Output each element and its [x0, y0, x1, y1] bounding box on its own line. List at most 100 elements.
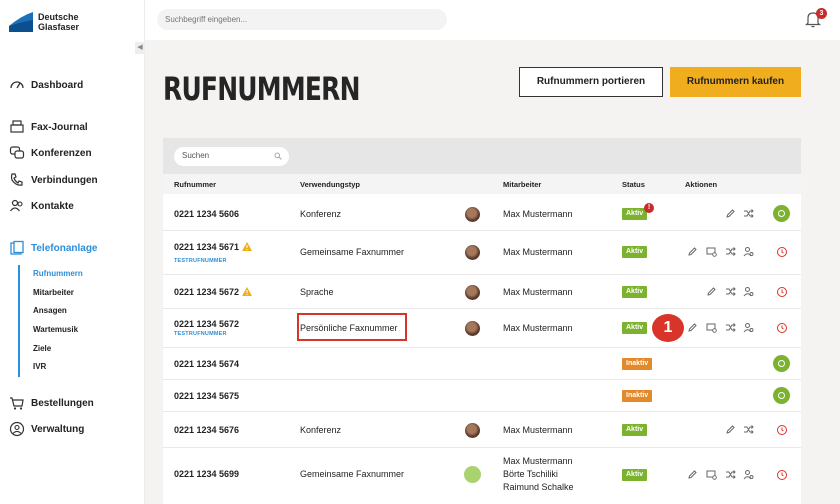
sidebar-item-fax-journal[interactable]: Fax-Journal	[9, 119, 88, 135]
active-toggle-icon[interactable]	[773, 355, 790, 372]
edit-icon[interactable]	[687, 322, 698, 333]
row-type: Gemeinsame Faxnummer	[300, 247, 405, 257]
sidebar-subitem-ivr[interactable]: IVR	[33, 362, 46, 371]
inactive-toggle-icon[interactable]	[776, 469, 788, 481]
sidebar-item-label: Fax-Journal	[31, 121, 88, 133]
row-number-text: 0221 1234 5671	[174, 242, 240, 252]
edit-icon[interactable]	[725, 208, 736, 219]
sidebar-item-label: Telefonanlage	[31, 242, 98, 254]
highlight-box	[297, 313, 407, 341]
phone-icon	[10, 173, 23, 186]
fax-settings-icon[interactable]	[706, 322, 717, 333]
telefonanlage-submenu: Rufnummern Mitarbeiter Ansagen Wartemusi…	[18, 265, 83, 377]
user-settings-icon[interactable]	[743, 246, 754, 257]
global-search-input[interactable]	[157, 9, 447, 30]
status-badge: Aktiv	[622, 286, 648, 298]
numbers-table: Suchen Rufnummer Verwendungstyp Mitarbei…	[163, 138, 801, 504]
column-header-aktionen: Aktionen	[685, 180, 718, 189]
table-row[interactable]: 0221 1234 5606 Konferenz Max Mustermann …	[163, 197, 801, 231]
row-number: 0221 1234 5672	[174, 319, 240, 329]
row-employee: Börte Tschiliki	[503, 469, 558, 479]
fax-settings-icon[interactable]	[706, 246, 717, 257]
column-header-rufnummer[interactable]: Rufnummer	[174, 180, 216, 189]
row-number: 0221 1234 5671	[174, 242, 253, 252]
table-row[interactable]: 0221 1234 5671 TESTRUFNUMMER Gemeinsame …	[163, 231, 801, 275]
sidebar-item-bestellungen[interactable]: Bestellungen	[9, 395, 94, 411]
active-toggle-icon[interactable]	[773, 205, 790, 222]
row-number: 0221 1234 5672	[174, 287, 253, 297]
brand-logo[interactable]: Deutsche Glasfaser	[9, 12, 79, 32]
table-row[interactable]: 0221 1234 5672 Sprache Max Mustermann Ak…	[163, 275, 801, 309]
shuffle-icon[interactable]	[725, 246, 736, 257]
row-employee: Max Mustermann	[503, 425, 573, 435]
user-circle-icon	[9, 421, 25, 437]
sidebar-item-kontakte[interactable]: Kontakte	[9, 198, 74, 214]
row-employee: Max Mustermann	[503, 209, 573, 219]
sidebar-item-label: Kontakte	[31, 200, 74, 212]
sidebar-item-verwaltung[interactable]: Verwaltung	[9, 421, 84, 437]
sidebar-subitem-rufnummern[interactable]: Rufnummern	[33, 269, 83, 278]
row-number-text: 0221 1234 5672	[174, 287, 240, 297]
fax-settings-icon[interactable]	[706, 469, 717, 480]
edit-icon[interactable]	[687, 246, 698, 257]
shuffle-icon[interactable]	[725, 286, 736, 297]
sidebar-subitem-ziele[interactable]: Ziele	[33, 344, 51, 353]
buy-numbers-button[interactable]: Rufnummern kaufen	[670, 67, 801, 97]
table-toolbar: Suchen	[163, 138, 801, 174]
shuffle-icon[interactable]	[743, 208, 754, 219]
table-row[interactable]: 0221 1234 5699 Gemeinsame Faxnummer Max …	[163, 448, 801, 504]
shuffle-icon[interactable]	[725, 322, 736, 333]
sidebar-item-konferenzen[interactable]: Konferenzen	[9, 145, 92, 161]
edit-icon[interactable]	[687, 469, 698, 480]
user-settings-icon[interactable]	[743, 286, 754, 297]
shuffle-icon[interactable]	[743, 424, 754, 435]
edit-icon[interactable]	[706, 286, 717, 297]
brand-line1: Deutsche	[38, 12, 79, 22]
port-numbers-button[interactable]: Rufnummern portieren	[519, 67, 663, 97]
row-type: Konferenz	[300, 425, 342, 435]
avatar	[465, 207, 480, 222]
warning-icon	[242, 242, 253, 251]
column-header-mitarbeiter[interactable]: Mitarbeiter	[503, 180, 541, 189]
collapse-sidebar-icon[interactable]: ◀	[135, 42, 145, 54]
table-row[interactable]: 0221 1234 5675 Inaktiv	[163, 380, 801, 412]
column-header-status[interactable]: Status	[622, 180, 645, 189]
column-header-verwendungstyp[interactable]: Verwendungstyp	[300, 180, 360, 189]
row-type: Gemeinsame Faxnummer	[300, 469, 405, 479]
inactive-toggle-icon[interactable]	[776, 286, 788, 298]
table-row[interactable]: 0221 1234 5672 TESTRUFNUMMER Persönliche…	[163, 309, 801, 348]
status-badge: Aktiv	[622, 424, 648, 436]
row-number: 0221 1234 5606	[174, 209, 240, 219]
table-search-input[interactable]: Suchen	[174, 147, 289, 166]
inactive-toggle-icon[interactable]	[776, 424, 788, 436]
sidebar-item-label: Verwaltung	[31, 423, 85, 435]
warning-icon	[242, 287, 253, 296]
row-employee: Raimund Schalke	[503, 482, 574, 492]
row-employee: Max Mustermann	[503, 456, 573, 466]
status-badge: Aktiv	[622, 322, 648, 334]
sidebar-item-telefonanlage[interactable]: Telefonanlage	[9, 240, 98, 256]
sidebar-subitem-mitarbeiter[interactable]: Mitarbeiter	[33, 288, 74, 297]
inactive-toggle-icon[interactable]	[776, 322, 788, 334]
table-header: Rufnummer Verwendungstyp Mitarbeiter Sta…	[163, 174, 801, 194]
edit-icon[interactable]	[725, 424, 736, 435]
table-row[interactable]: 0221 1234 5674 Inaktiv	[163, 348, 801, 380]
sidebar-subitem-ansagen[interactable]: Ansagen	[33, 306, 67, 315]
inactive-toggle-icon[interactable]	[776, 246, 788, 258]
table-row[interactable]: 0221 1234 5676 Konferenz Max Mustermann …	[163, 412, 801, 448]
row-type: Sprache	[300, 287, 334, 297]
row-type: Konferenz	[300, 209, 342, 219]
user-settings-icon[interactable]	[743, 322, 754, 333]
sidebar-item-label: Verbindungen	[31, 174, 98, 186]
brand-line2: Glasfaser	[38, 22, 80, 32]
row-employee: Max Mustermann	[503, 323, 573, 333]
active-toggle-icon[interactable]	[773, 387, 790, 404]
sidebar-subitem-wartemusik[interactable]: Wartemusik	[33, 325, 78, 334]
sidebar-item-label: Konferenzen	[31, 147, 92, 159]
sidebar-item-verbindungen[interactable]: Verbindungen	[9, 172, 98, 188]
user-settings-icon[interactable]	[743, 469, 754, 480]
test-number-label: TESTRUFNUMMER	[174, 258, 227, 264]
row-number: 0221 1234 5674	[174, 359, 240, 369]
sidebar-item-dashboard[interactable]: Dashboard	[9, 77, 83, 93]
shuffle-icon[interactable]	[725, 469, 736, 480]
